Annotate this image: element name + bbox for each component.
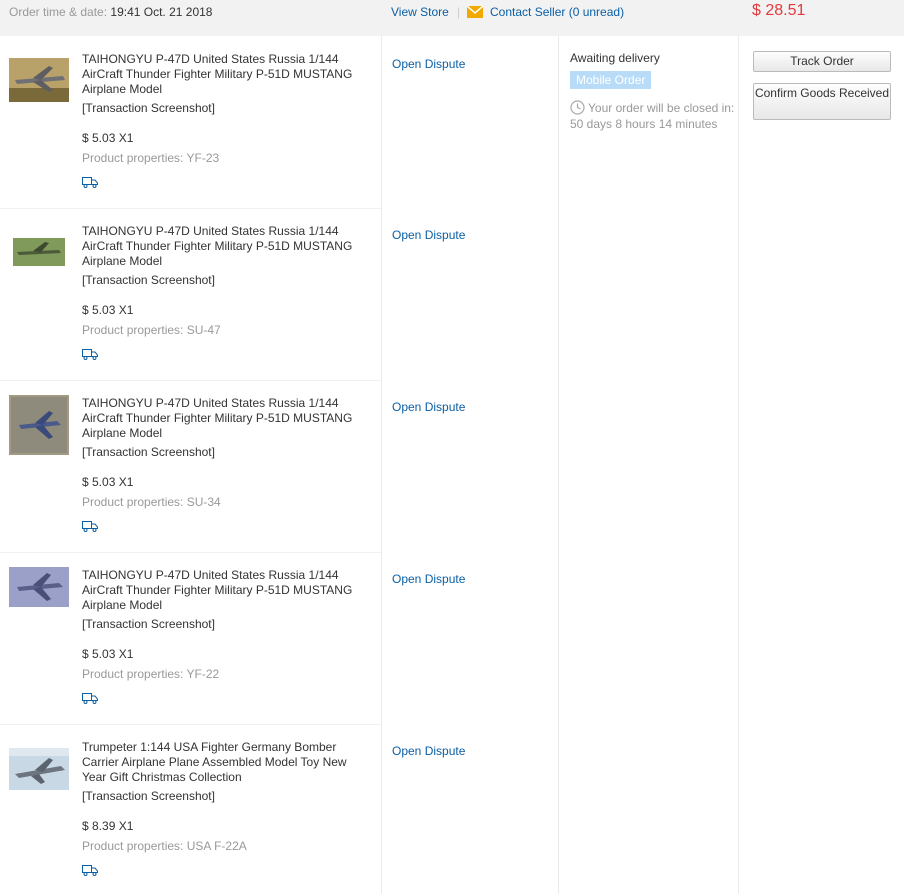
shipping-truck-icon[interactable] bbox=[82, 864, 98, 876]
product-thumbnail[interactable] bbox=[9, 748, 69, 790]
airplane-model-image bbox=[9, 395, 69, 455]
airplane-model-image bbox=[9, 567, 69, 607]
contact-seller-link[interactable]: Contact Seller (0 unread) bbox=[490, 5, 624, 19]
order-status: Awaiting delivery bbox=[570, 51, 660, 65]
airplane-model-image bbox=[9, 58, 69, 102]
transaction-screenshot-link[interactable]: [Transaction Screenshot] bbox=[82, 789, 215, 803]
order-total: $ 28.51 bbox=[752, 2, 806, 19]
shipping-truck-icon[interactable] bbox=[82, 348, 98, 360]
column-divider bbox=[381, 36, 382, 894]
product-properties: Product properties: YF-22 bbox=[82, 667, 220, 681]
order-item-row: TAIHONGYU P-47D United States Russia 1/1… bbox=[0, 36, 381, 209]
order-item-row: TAIHONGYU P-47D United States Russia 1/1… bbox=[0, 380, 381, 553]
item-price: $ 5.03 X1 bbox=[82, 475, 134, 489]
order-item-row: TAIHONGYU P-47D United States Russia 1/1… bbox=[0, 552, 381, 725]
track-order-button[interactable]: Track Order bbox=[753, 51, 891, 72]
order-time: Order time & date: 19:41 Oct. 21 2018 bbox=[9, 5, 212, 19]
order-close-countdown: Your order will be closed in: 50 days 8 … bbox=[570, 101, 735, 131]
transaction-screenshot-link[interactable]: [Transaction Screenshot] bbox=[82, 445, 215, 459]
order-item-row: TAIHONGYU P-47D United States Russia 1/1… bbox=[0, 208, 381, 381]
mobile-order-badge: Mobile Order bbox=[570, 71, 652, 89]
open-dispute-link[interactable]: Open Dispute bbox=[392, 228, 465, 242]
item-price: $ 5.03 X1 bbox=[82, 303, 134, 317]
view-store-link[interactable]: View Store bbox=[391, 5, 449, 19]
transaction-screenshot-link[interactable]: [Transaction Screenshot] bbox=[82, 617, 215, 631]
separator: | bbox=[457, 5, 461, 19]
product-name[interactable]: TAIHONGYU P-47D United States Russia 1/1… bbox=[82, 52, 372, 97]
order-time-value: 19:41 Oct. 21 2018 bbox=[110, 5, 213, 19]
product-properties: Product properties: USA F-22A bbox=[82, 839, 247, 853]
open-dispute-link[interactable]: Open Dispute bbox=[392, 572, 465, 586]
shipping-truck-icon[interactable] bbox=[82, 520, 98, 532]
item-price: $ 8.39 X1 bbox=[82, 819, 134, 833]
product-name[interactable]: TAIHONGYU P-47D United States Russia 1/1… bbox=[82, 224, 372, 269]
transaction-screenshot-link[interactable]: [Transaction Screenshot] bbox=[82, 273, 215, 287]
product-thumbnail[interactable] bbox=[9, 395, 69, 455]
confirm-goods-received-button[interactable]: Confirm Goods Received bbox=[753, 83, 891, 120]
open-dispute-link[interactable]: Open Dispute bbox=[392, 744, 465, 758]
airplane-model-image bbox=[9, 748, 69, 790]
airplane-model-image bbox=[9, 230, 69, 274]
product-properties: Product properties: YF-23 bbox=[82, 151, 220, 165]
open-dispute-link[interactable]: Open Dispute bbox=[392, 400, 465, 414]
shipping-truck-icon[interactable] bbox=[82, 176, 98, 188]
column-divider bbox=[558, 36, 559, 894]
product-name[interactable]: TAIHONGYU P-47D United States Russia 1/1… bbox=[82, 568, 372, 613]
product-name[interactable]: Trumpeter 1:144 USA Fighter Germany Bomb… bbox=[82, 740, 372, 785]
transaction-screenshot-link[interactable]: [Transaction Screenshot] bbox=[82, 101, 215, 115]
order-item-row: Trumpeter 1:144 USA Fighter Germany Bomb… bbox=[0, 724, 381, 896]
column-divider bbox=[738, 36, 739, 894]
order-header: Order time & date: 19:41 Oct. 21 2018 Vi… bbox=[0, 0, 904, 36]
product-properties: Product properties: SU-47 bbox=[82, 323, 221, 337]
product-thumbnail[interactable] bbox=[9, 58, 69, 102]
open-dispute-link[interactable]: Open Dispute bbox=[392, 57, 465, 71]
product-thumbnail[interactable] bbox=[9, 230, 69, 274]
item-price: $ 5.03 X1 bbox=[82, 131, 134, 145]
product-thumbnail[interactable] bbox=[9, 567, 69, 607]
mail-icon[interactable] bbox=[467, 6, 483, 18]
item-price: $ 5.03 X1 bbox=[82, 647, 134, 661]
shipping-truck-icon[interactable] bbox=[82, 692, 98, 704]
product-name[interactable]: TAIHONGYU P-47D United States Russia 1/1… bbox=[82, 396, 372, 441]
order-time-label: Order time & date: bbox=[9, 5, 108, 19]
product-properties: Product properties: SU-34 bbox=[82, 495, 221, 509]
